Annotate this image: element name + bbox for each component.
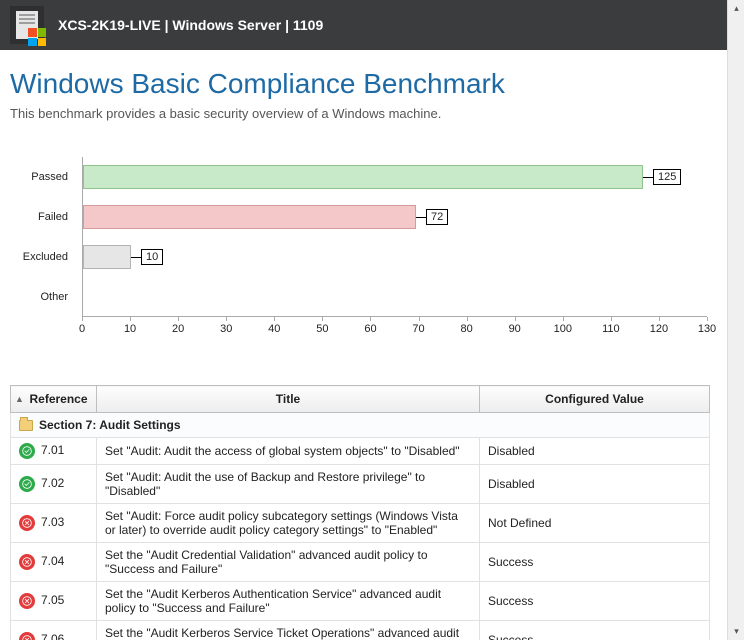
page-subtitle: This benchmark provides a basic security… [10,106,717,121]
table-row[interactable]: 7.04 Set the "Audit Credential Validation… [11,543,710,582]
rule-reference: 7.05 [41,593,64,607]
chart-y-label: Excluded [23,251,68,263]
chart-y-label: Other [40,291,68,303]
rule-title: Set "Audit: Audit the access of global s… [97,438,480,465]
window-title: XCS-2K19-LIVE | Windows Server | 1109 [58,17,323,33]
chart-x-tick: 10 [124,323,136,335]
column-header-value[interactable]: Configured Value [480,386,710,413]
x-circle-icon [19,515,35,531]
rule-reference: 7.01 [41,443,64,457]
chart-x-tick: 40 [268,323,280,335]
x-circle-icon [19,632,35,640]
rule-title: Set the "Audit Kerberos Service Ticket O… [97,621,480,640]
table-row[interactable]: 7.05 Set the "Audit Kerberos Authenticati… [11,582,710,621]
chart-x-tick: 60 [364,323,376,335]
configured-value: Disabled [480,465,710,504]
chart-bar-excluded [83,245,131,269]
chart-value-excluded: 10 [141,249,163,265]
chart-x-tick: 90 [509,323,521,335]
compliance-table: ▲ Reference Title Configured Value Secti… [10,385,710,640]
check-circle-icon [19,443,35,459]
rule-title: Set "Audit: Audit the use of Backup and … [97,465,480,504]
chart-x-tick: 80 [460,323,472,335]
chart-x-tick: 100 [554,323,572,335]
x-circle-icon [19,593,35,609]
section-label: Section 7: Audit Settings [39,418,181,432]
rule-reference: 7.04 [41,554,64,568]
chart-value-passed: 125 [653,169,681,185]
configured-value: Success [480,621,710,640]
sort-ascending-icon: ▲ [15,394,24,404]
configured-value: Disabled [480,438,710,465]
table-row[interactable]: 7.02 Set "Audit: Audit the use of Backup … [11,465,710,504]
configured-value: Success [480,582,710,621]
column-header-reference[interactable]: ▲ Reference [11,386,97,413]
chart-y-label: Passed [31,171,68,183]
rule-title: Set "Audit: Force audit policy subcatego… [97,504,480,543]
report-windows-icon [10,6,44,44]
vertical-scrollbar[interactable]: ▴ ▾ [727,0,744,640]
rule-reference: 7.02 [41,476,64,490]
x-circle-icon [19,554,35,570]
chart-value-failed: 72 [426,209,448,225]
table-row[interactable]: 7.01 Set "Audit: Audit the access of glob… [11,438,710,465]
scroll-down-arrow[interactable]: ▾ [728,623,744,640]
configured-value: Success [480,543,710,582]
rule-title: Set the "Audit Credential Validation" ad… [97,543,480,582]
page-title: Windows Basic Compliance Benchmark [10,68,717,100]
chart-x-tick: 20 [172,323,184,335]
table-row[interactable]: 7.03 Set "Audit: Force audit policy subca… [11,504,710,543]
summary-bar-chart: Passed Failed Excluded Other 125 72 [14,157,714,357]
column-header-title[interactable]: Title [97,386,480,413]
folder-icon [19,420,33,431]
chart-x-tick: 0 [79,323,85,335]
chart-x-tick: 120 [650,323,668,335]
rule-reference: 7.06 [41,632,64,640]
configured-value: Not Defined [480,504,710,543]
rule-title: Set the "Audit Kerberos Authentication S… [97,582,480,621]
rule-reference: 7.03 [41,515,64,529]
scroll-up-arrow[interactable]: ▴ [728,0,744,17]
chart-x-tick: 130 [698,323,716,335]
table-row[interactable]: 7.06 Set the "Audit Kerberos Service Tick… [11,621,710,640]
chart-bar-passed [83,165,643,189]
chart-x-tick: 110 [602,323,620,335]
check-circle-icon [19,476,35,492]
chart-x-tick: 70 [412,323,424,335]
chart-y-label: Failed [38,211,68,223]
chart-x-tick: 30 [220,323,232,335]
chart-bar-failed [83,205,416,229]
section-header-row[interactable]: Section 7: Audit Settings [11,413,710,438]
window-titlebar: XCS-2K19-LIVE | Windows Server | 1109 [0,0,727,50]
chart-x-tick: 50 [316,323,328,335]
